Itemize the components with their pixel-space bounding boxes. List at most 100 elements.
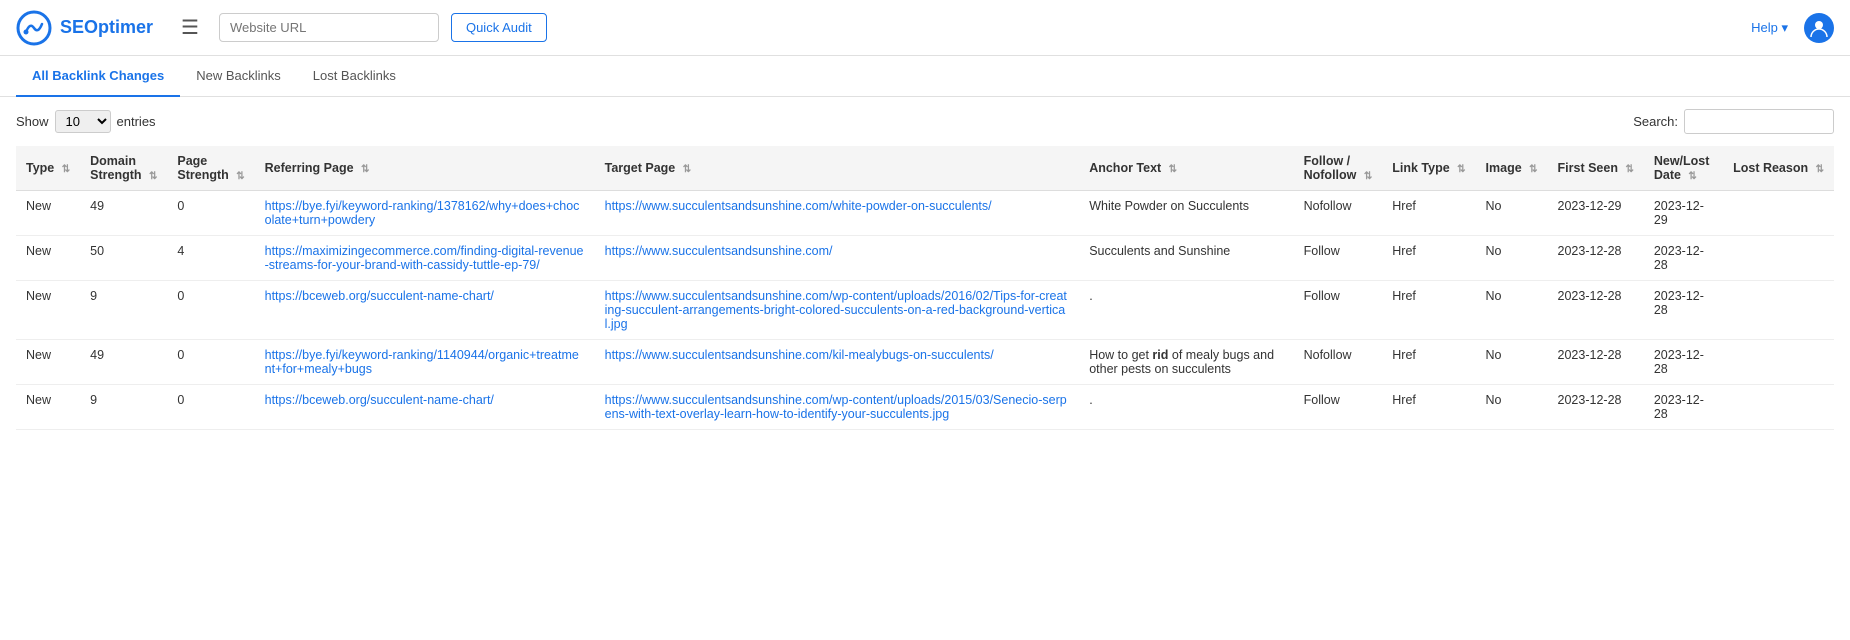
table-row: New 49 0 https://bye.fyi/keyword-ranking… <box>16 191 1834 236</box>
table-row: New 50 4 https://maximizingecommerce.com… <box>16 236 1834 281</box>
cell-image: No <box>1476 191 1548 236</box>
cell-follow-nofollow: Nofollow <box>1294 340 1383 385</box>
logo-text: SEOptimer <box>60 17 153 38</box>
cell-lost-reason <box>1723 340 1834 385</box>
cell-type: New <box>16 340 80 385</box>
target-page-link[interactable]: https://www.succulentsandsunshine.com/ki… <box>605 348 994 362</box>
col-target-page[interactable]: Target Page ⇅ <box>595 146 1080 191</box>
target-page-link[interactable]: https://www.succulentsandsunshine.com/wh… <box>605 199 992 213</box>
cell-referring-page: https://bceweb.org/succulent-name-chart/ <box>255 281 595 340</box>
cell-referring-page: https://maximizingecommerce.com/finding-… <box>255 236 595 281</box>
search-label: Search: <box>1633 114 1678 129</box>
cell-first-seen: 2023-12-28 <box>1548 385 1644 430</box>
referring-page-link[interactable]: https://bceweb.org/succulent-name-chart/ <box>265 393 494 407</box>
cell-domain-strength: 9 <box>80 281 167 340</box>
cell-new-lost-date: 2023-12-28 <box>1644 236 1723 281</box>
referring-page-link[interactable]: https://bye.fyi/keyword-ranking/1378162/… <box>265 199 580 227</box>
cell-domain-strength: 49 <box>80 340 167 385</box>
col-anchor-text[interactable]: Anchor Text ⇅ <box>1079 146 1293 191</box>
tabs-bar: All Backlink Changes New Backlinks Lost … <box>0 56 1850 97</box>
cell-target-page: https://www.succulentsandsunshine.com/wh… <box>595 191 1080 236</box>
table-row: New 49 0 https://bye.fyi/keyword-ranking… <box>16 340 1834 385</box>
cell-first-seen: 2023-12-28 <box>1548 340 1644 385</box>
cell-domain-strength: 50 <box>80 236 167 281</box>
col-referring-page[interactable]: Referring Page ⇅ <box>255 146 595 191</box>
tab-new-backlinks[interactable]: New Backlinks <box>180 56 297 97</box>
table-body: New 49 0 https://bye.fyi/keyword-ranking… <box>16 191 1834 430</box>
cell-referring-page: https://bceweb.org/succulent-name-chart/ <box>255 385 595 430</box>
col-domain-strength[interactable]: DomainStrength ⇅ <box>80 146 167 191</box>
cell-domain-strength: 49 <box>80 191 167 236</box>
cell-page-strength: 4 <box>167 236 254 281</box>
sort-icon-firstseen: ⇅ <box>1625 164 1633 175</box>
cell-type: New <box>16 236 80 281</box>
col-follow-nofollow[interactable]: Follow /Nofollow ⇅ <box>1294 146 1383 191</box>
referring-page-link[interactable]: https://maximizingecommerce.com/finding-… <box>265 244 584 272</box>
cell-referring-page: https://bye.fyi/keyword-ranking/1378162/… <box>255 191 595 236</box>
help-link[interactable]: Help ▾ <box>1751 20 1788 36</box>
col-type[interactable]: Type ⇅ <box>16 146 80 191</box>
cell-lost-reason <box>1723 385 1834 430</box>
cell-link-type: Href <box>1382 191 1475 236</box>
table-header-row: Type ⇅ DomainStrength ⇅ PageStrength ⇅ R… <box>16 146 1834 191</box>
col-link-type[interactable]: Link Type ⇅ <box>1382 146 1475 191</box>
cell-lost-reason <box>1723 281 1834 340</box>
cell-image: No <box>1476 340 1548 385</box>
entries-select[interactable]: 10 25 50 100 <box>55 110 111 133</box>
col-image[interactable]: Image ⇅ <box>1476 146 1548 191</box>
cell-type: New <box>16 281 80 340</box>
sort-icon-linktype: ⇅ <box>1457 164 1465 175</box>
quick-audit-button[interactable]: Quick Audit <box>451 13 547 42</box>
cell-follow-nofollow: Follow <box>1294 236 1383 281</box>
sort-icon-type: ⇅ <box>62 164 70 175</box>
sort-icon-referring: ⇅ <box>361 164 369 175</box>
cell-type: New <box>16 385 80 430</box>
cell-link-type: Href <box>1382 236 1475 281</box>
col-page-strength[interactable]: PageStrength ⇅ <box>167 146 254 191</box>
show-entries-area: Show 10 25 50 100 entries <box>16 110 156 133</box>
sort-icon-target: ⇅ <box>683 164 691 175</box>
cell-new-lost-date: 2023-12-28 <box>1644 281 1723 340</box>
logo-area: SEOptimer <box>16 10 153 46</box>
referring-page-link[interactable]: https://bceweb.org/succulent-name-chart/ <box>265 289 494 303</box>
cell-image: No <box>1476 281 1548 340</box>
user-avatar[interactable] <box>1804 13 1834 43</box>
logo-icon <box>16 10 52 46</box>
cell-page-strength: 0 <box>167 385 254 430</box>
cell-anchor-text: . <box>1079 385 1293 430</box>
cell-target-page: https://www.succulentsandsunshine.com/ <box>595 236 1080 281</box>
col-new-lost-date[interactable]: New/LostDate ⇅ <box>1644 146 1723 191</box>
url-input[interactable] <box>219 13 439 42</box>
cell-link-type: Href <box>1382 281 1475 340</box>
backlinks-table: Type ⇅ DomainStrength ⇅ PageStrength ⇅ R… <box>16 146 1834 430</box>
cell-anchor-text: . <box>1079 281 1293 340</box>
sort-icon-lostreason: ⇅ <box>1816 164 1824 175</box>
cell-type: New <box>16 191 80 236</box>
referring-page-link[interactable]: https://bye.fyi/keyword-ranking/1140944/… <box>265 348 579 376</box>
cell-new-lost-date: 2023-12-28 <box>1644 385 1723 430</box>
col-lost-reason[interactable]: Lost Reason ⇅ <box>1723 146 1834 191</box>
hamburger-icon[interactable]: ☰ <box>173 11 207 44</box>
tab-lost-backlinks[interactable]: Lost Backlinks <box>297 56 412 97</box>
cell-image: No <box>1476 385 1548 430</box>
target-page-link[interactable]: https://www.succulentsandsunshine.com/wp… <box>605 393 1067 421</box>
cell-page-strength: 0 <box>167 340 254 385</box>
search-input[interactable] <box>1684 109 1834 134</box>
cell-domain-strength: 9 <box>80 385 167 430</box>
show-label: Show <box>16 114 49 129</box>
cell-follow-nofollow: Nofollow <box>1294 191 1383 236</box>
cell-page-strength: 0 <box>167 191 254 236</box>
sort-icon-newlost: ⇅ <box>1688 171 1696 182</box>
col-first-seen[interactable]: First Seen ⇅ <box>1548 146 1644 191</box>
header: SEOptimer ☰ Quick Audit Help ▾ <box>0 0 1850 56</box>
target-page-link[interactable]: https://www.succulentsandsunshine.com/ <box>605 244 833 258</box>
tab-all-backlink-changes[interactable]: All Backlink Changes <box>16 56 180 97</box>
target-page-link[interactable]: https://www.succulentsandsunshine.com/wp… <box>605 289 1067 331</box>
cell-target-page: https://www.succulentsandsunshine.com/ki… <box>595 340 1080 385</box>
cell-page-strength: 0 <box>167 281 254 340</box>
cell-link-type: Href <box>1382 385 1475 430</box>
cell-anchor-text: Succulents and Sunshine <box>1079 236 1293 281</box>
cell-first-seen: 2023-12-29 <box>1548 191 1644 236</box>
cell-anchor-text: How to get rid of mealy bugs and other p… <box>1079 340 1293 385</box>
cell-lost-reason <box>1723 191 1834 236</box>
